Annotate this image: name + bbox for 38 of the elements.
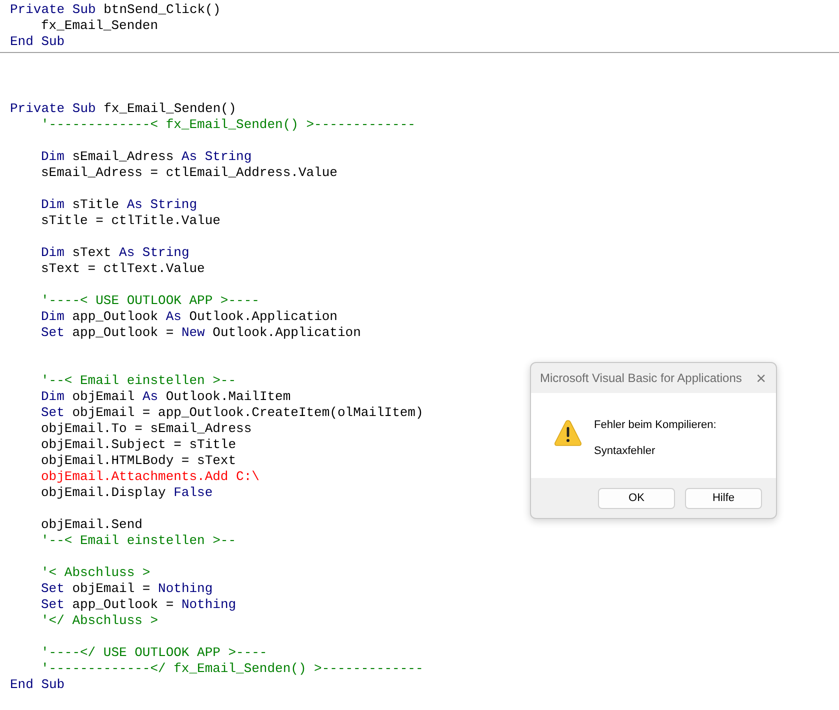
code-line: fx_Email_Senden [41,18,158,33]
code-line: objEmail.Send [41,517,142,532]
code-line: sEmail_Adress = ctlEmail_Address.Value [41,165,338,180]
code-line: '----< USE OUTLOOK APP >---- [41,293,260,308]
code-line: Dim app_Outlook As Outlook.Application [41,309,338,324]
code-line: Dim sEmail_Adress As String [41,149,252,164]
code-line: '-------------< fx_Email_Senden() >------------- [41,117,416,132]
dialog-button[interactable]: Hilfe [685,488,762,508]
dialog-title: Microsoft Visual Basic for Applications [540,370,742,387]
error-detail: Syntaxfehler [594,445,656,458]
code-line: '--< Email einstellen >-- [41,533,236,548]
code-line: objEmail.Attachments.Add C:\ [41,469,260,484]
code-line: Set objEmail = Nothing [41,581,213,596]
code-line: Private Sub btnSend_Click() [10,2,221,17]
dialog-button[interactable]: OK [598,488,675,508]
code-line: objEmail.Display False [41,485,213,500]
close-button[interactable]: × [754,370,768,386]
code-line: Set app_Outlook = Nothing [41,597,236,612]
code-line: End Sub [10,677,65,692]
code-line: Set app_Outlook = New Outlook.Application [41,325,361,340]
code-line: Private Sub fx_Email_Senden() [10,101,236,116]
error-message: Fehler beim Kompilieren: [594,419,716,432]
code-line: '</ Abschluss > [41,613,158,628]
code-line: Set objEmail = app_Outlook.CreateItem(olMailItem) [41,405,424,420]
code-line: objEmail.HTMLBody = sText [41,453,236,468]
code-line: '< Abschluss > [41,565,150,580]
code-line: End Sub [10,34,65,49]
code-line: objEmail.To = sEmail_Adress [41,421,252,436]
code-line: Dim sText As String [41,245,190,260]
code-line: objEmail.Subject = sTitle [41,437,236,452]
code-line: sTitle = ctlTitle.Value [41,213,220,228]
code-line: '--< Email einstellen >-- [41,373,236,388]
code-line: Dim sTitle As String [41,197,198,212]
code-line: sText = ctlText.Value [41,261,205,276]
warning-icon [554,419,582,447]
code-line: Dim objEmail As Outlook.MailItem [41,389,291,404]
code-line: '----</ USE OUTLOOK APP >---- [41,645,268,660]
code-line: '-------------</ fx_Email_Senden() >------------- [41,661,424,676]
